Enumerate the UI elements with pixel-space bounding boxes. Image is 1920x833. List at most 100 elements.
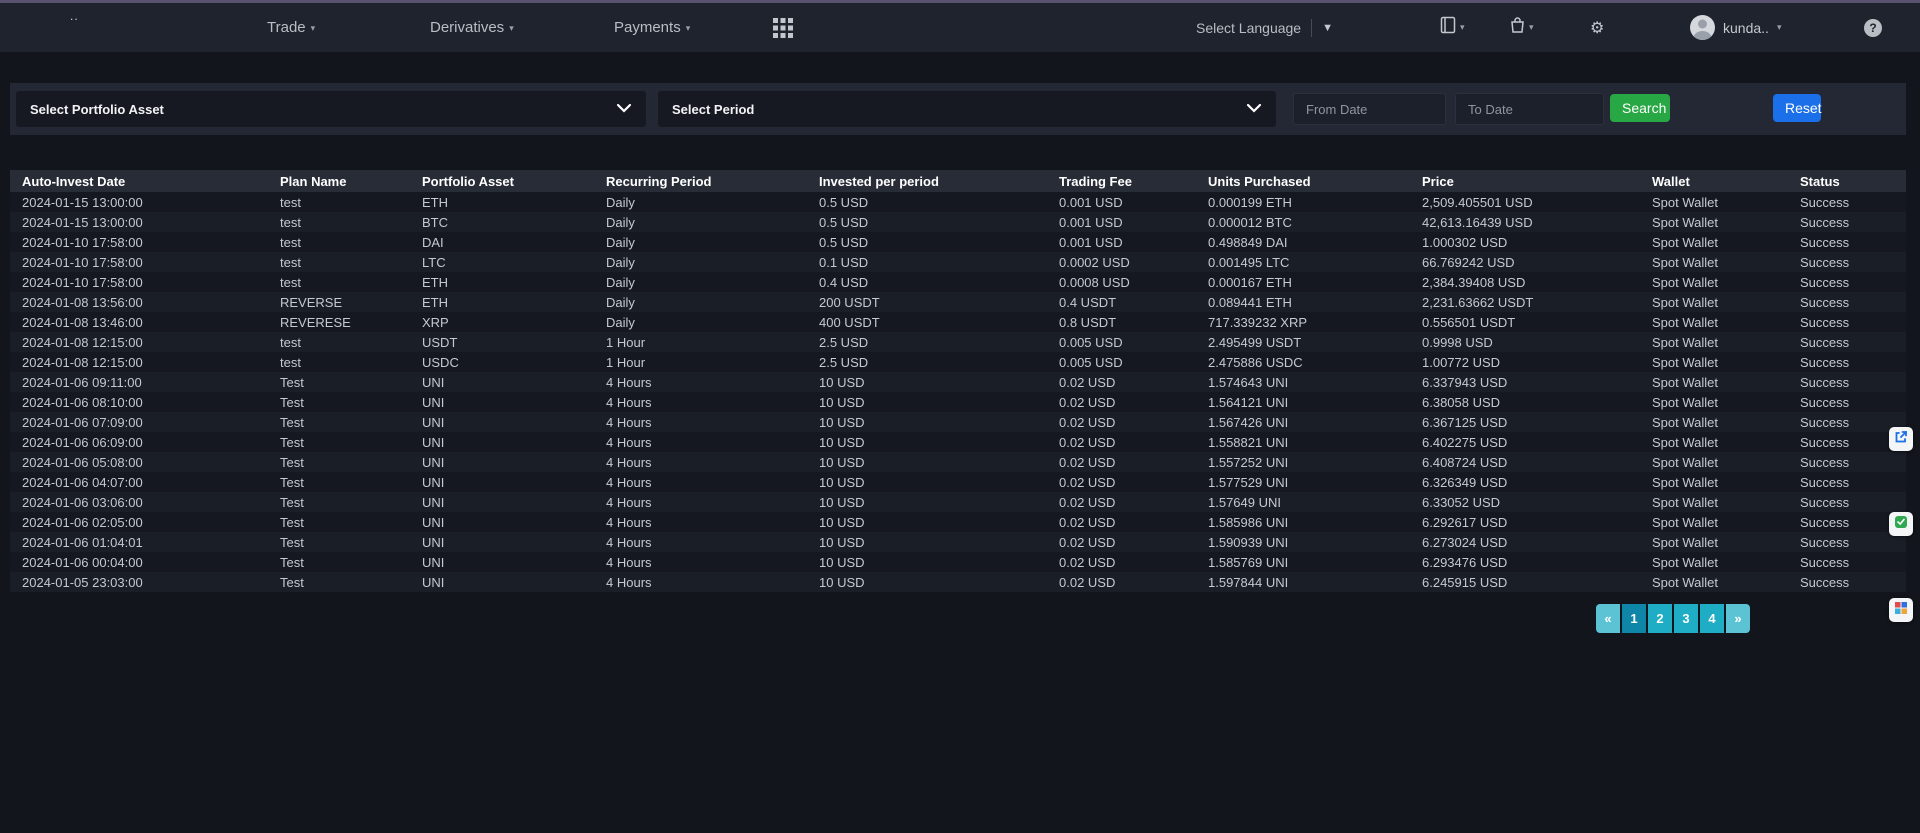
reset-button[interactable]: Reset <box>1773 94 1821 122</box>
cell-invested: 10 USD <box>807 432 1047 452</box>
cell-status: Success <box>1788 272 1906 292</box>
pagination-page-3[interactable]: 3 <box>1674 604 1698 633</box>
cell-status: Success <box>1788 292 1906 312</box>
cell-trading-fee: 0.02 USD <box>1047 472 1196 492</box>
cell-plan-name: Test <box>268 552 410 572</box>
table-row: 2024-01-15 13:00:00 test BTC Daily 0.5 U… <box>10 212 1906 232</box>
apps-icon <box>1894 601 1908 620</box>
cell-status: Success <box>1788 492 1906 512</box>
table-row: 2024-01-08 13:56:00 REVERSE ETH Daily 20… <box>10 292 1906 312</box>
chevron-down-icon <box>1246 100 1262 118</box>
nav-item-payments[interactable]: Payments ▾ <box>614 3 690 52</box>
help-icon[interactable]: ? <box>1864 19 1882 37</box>
book-icon <box>1440 16 1456 39</box>
cell-price: 2,384.39408 USD <box>1410 272 1640 292</box>
portfolio-asset-select-value: Select Portfolio Asset <box>30 102 164 117</box>
chat-icon <box>1894 515 1908 534</box>
pagination-prev-button[interactable]: « <box>1596 604 1620 633</box>
chevron-down-icon <box>616 100 632 118</box>
wallet-bag-menu[interactable]: ▾ <box>1510 3 1534 52</box>
cell-wallet: Spot Wallet <box>1640 512 1788 532</box>
cell-plan-name: test <box>268 192 410 212</box>
cell-invested: 0.1 USD <box>807 252 1047 272</box>
nav-item-derivatives[interactable]: Derivatives ▾ <box>430 3 514 52</box>
user-menu[interactable]: kunda.. ▾ <box>1690 3 1781 52</box>
pagination-page-4[interactable]: 4 <box>1700 604 1724 633</box>
pagination-next-button[interactable]: » <box>1726 604 1750 633</box>
cell-trading-fee: 0.02 USD <box>1047 572 1196 592</box>
nav-item-trade[interactable]: Trade ▾ <box>267 3 315 52</box>
cell-wallet: Spot Wallet <box>1640 492 1788 512</box>
site-logo[interactable]: .. <box>70 9 79 23</box>
floating-chat-widget[interactable] <box>1889 512 1913 536</box>
cell-portfolio-asset: ETH <box>410 192 594 212</box>
cell-plan-name: test <box>268 332 410 352</box>
cell-wallet: Spot Wallet <box>1640 312 1788 332</box>
period-select[interactable]: Select Period <box>658 91 1276 127</box>
cell-plan-name: test <box>268 252 410 272</box>
search-button[interactable]: Search <box>1610 94 1670 122</box>
col-header-units-purchased: Units Purchased <box>1196 170 1410 192</box>
cell-price: 6.337943 USD <box>1410 372 1640 392</box>
portfolio-asset-select[interactable]: Select Portfolio Asset <box>16 91 646 127</box>
floating-share-widget[interactable] <box>1889 427 1913 451</box>
cell-date: 2024-01-08 13:56:00 <box>10 292 268 312</box>
cell-wallet: Spot Wallet <box>1640 392 1788 412</box>
cell-date: 2024-01-15 13:00:00 <box>10 192 268 212</box>
cell-status: Success <box>1788 472 1906 492</box>
floating-apps-widget[interactable] <box>1889 598 1913 622</box>
cell-trading-fee: 0.02 USD <box>1047 512 1196 532</box>
cell-date: 2024-01-06 00:04:00 <box>10 552 268 572</box>
cell-wallet: Spot Wallet <box>1640 532 1788 552</box>
settings-gear-icon[interactable]: ⚙ <box>1590 3 1604 52</box>
cell-portfolio-asset: XRP <box>410 312 594 332</box>
apps-grid-icon[interactable] <box>772 17 794 39</box>
cell-invested: 10 USD <box>807 532 1047 552</box>
cell-date: 2024-01-06 04:07:00 <box>10 472 268 492</box>
orders-book-menu[interactable]: ▾ <box>1440 3 1465 52</box>
table-row: 2024-01-15 13:00:00 test ETH Daily 0.5 U… <box>10 192 1906 212</box>
cell-portfolio-asset: LTC <box>410 252 594 272</box>
cell-portfolio-asset: USDC <box>410 352 594 372</box>
table-row: 2024-01-08 12:15:00 test USDC 1 Hour 2.5… <box>10 352 1906 372</box>
cell-price: 1.00772 USD <box>1410 352 1640 372</box>
pagination-page-1[interactable]: 1 <box>1622 604 1646 633</box>
language-selector[interactable]: Select Language ▼ <box>1196 3 1333 52</box>
cell-plan-name: Test <box>268 512 410 532</box>
cell-units-purchased: 1.577529 UNI <box>1196 472 1410 492</box>
chevron-down-icon: ▾ <box>311 21 316 34</box>
col-header-price: Price <box>1410 170 1640 192</box>
pagination-page-2[interactable]: 2 <box>1648 604 1672 633</box>
cell-price: 6.292617 USD <box>1410 512 1640 532</box>
cell-price: 0.556501 USDT <box>1410 312 1640 332</box>
cell-portfolio-asset: UNI <box>410 452 594 472</box>
cell-date: 2024-01-06 08:10:00 <box>10 392 268 412</box>
cell-portfolio-asset: UNI <box>410 432 594 452</box>
cell-invested: 0.5 USD <box>807 232 1047 252</box>
cell-trading-fee: 0.02 USD <box>1047 432 1196 452</box>
cell-price: 66.769242 USD <box>1410 252 1640 272</box>
to-date-input[interactable] <box>1455 93 1604 125</box>
language-label: Select Language <box>1196 20 1301 36</box>
cell-trading-fee: 0.02 USD <box>1047 492 1196 512</box>
cell-recurring-period: Daily <box>594 212 807 232</box>
cell-units-purchased: 1.57649 UNI <box>1196 492 1410 512</box>
cell-status: Success <box>1788 312 1906 332</box>
nav-trade-label: Trade <box>267 19 306 36</box>
table-row: 2024-01-06 01:04:01 Test UNI 4 Hours 10 … <box>10 532 1906 552</box>
cell-date: 2024-01-06 05:08:00 <box>10 452 268 472</box>
cell-portfolio-asset: UNI <box>410 472 594 492</box>
cell-trading-fee: 0.02 USD <box>1047 372 1196 392</box>
cell-plan-name: Test <box>268 412 410 432</box>
from-date-input[interactable] <box>1293 93 1446 125</box>
cell-portfolio-asset: BTC <box>410 212 594 232</box>
cell-units-purchased: 1.585986 UNI <box>1196 512 1410 532</box>
cell-date: 2024-01-08 13:46:00 <box>10 312 268 332</box>
divider <box>1311 19 1312 37</box>
cell-units-purchased: 2.475886 USDC <box>1196 352 1410 372</box>
col-header-trading-fee: Trading Fee <box>1047 170 1196 192</box>
cell-invested: 2.5 USD <box>807 352 1047 372</box>
cell-price: 6.293476 USD <box>1410 552 1640 572</box>
cell-plan-name: Test <box>268 392 410 412</box>
cell-invested: 0.4 USD <box>807 272 1047 292</box>
